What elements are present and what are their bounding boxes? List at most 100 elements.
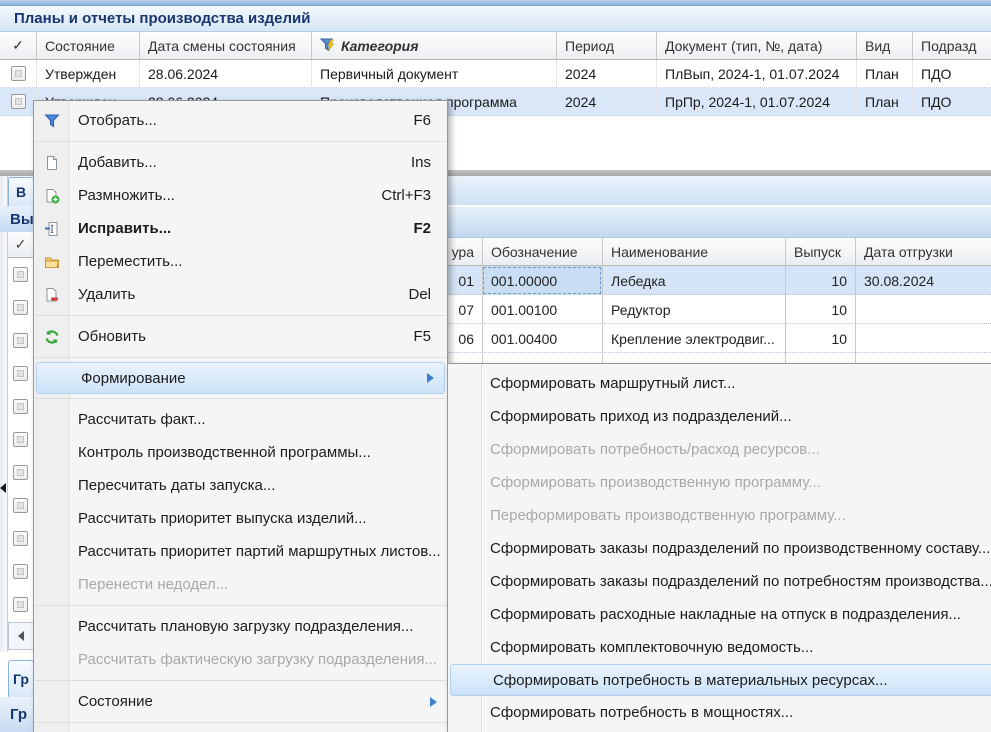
menu-item-label: Сформировать производственную программу.…: [481, 474, 821, 491]
submenu-item-orders-by-composition[interactable]: Сформировать заказы подразделений по про…: [448, 532, 991, 565]
row-checkbox[interactable]: [13, 597, 28, 612]
row-checkbox[interactable]: [11, 66, 26, 81]
menu-item-duplicate[interactable]: Размножить... Ctrl+F3: [34, 179, 447, 212]
menu-separator: [34, 718, 447, 727]
row-checkbox[interactable]: [13, 465, 28, 480]
cell-ship-date: [855, 324, 991, 353]
menu-item-filter[interactable]: Отобрать... F6: [34, 104, 447, 137]
cell-name: Крепление электродвиг...: [602, 324, 785, 353]
list-item[interactable]: [8, 489, 33, 522]
list-item[interactable]: [8, 555, 33, 588]
submenu-item-material-demand[interactable]: Сформировать потребность в материальных …: [450, 664, 991, 696]
submenu-item-route-list[interactable]: Сформировать маршрутный лист...: [448, 367, 991, 400]
menu-item-formirovanie[interactable]: Формирование: [36, 362, 445, 394]
menu-separator: [34, 311, 447, 320]
row-checkbox[interactable]: [13, 333, 28, 348]
row-checkbox[interactable]: [13, 366, 28, 381]
scrollbar-left-button[interactable]: [8, 622, 34, 650]
checkbox-column: [8, 258, 34, 622]
menu-item-state[interactable]: Состояние: [34, 685, 447, 718]
plans-table-header: ✓ Состояние Дата смены состояния Категор…: [0, 32, 991, 60]
column-header-output[interactable]: Выпуск: [785, 238, 855, 266]
menu-item-priority-products[interactable]: Рассчитать приоритет выпуска изделий...: [34, 502, 447, 535]
menu-item-label: Рассчитать плановую загрузку подразделен…: [69, 618, 413, 635]
menu-item-control-program[interactable]: Контроль производственной программы...: [34, 436, 447, 469]
cell-category: Первичный документ: [312, 60, 557, 87]
list-item[interactable]: [8, 324, 33, 357]
list-item[interactable]: [8, 522, 33, 555]
submenu-arrow-icon: [430, 697, 437, 707]
list-item[interactable]: [8, 357, 33, 390]
submenu-item-production-program[interactable]: Сформировать производственную программу.…: [448, 466, 991, 499]
submenu-item-orders-by-needs[interactable]: Сформировать заказы подразделений по пот…: [448, 565, 991, 598]
top-panel-title: Планы и отчеты производства изделий: [0, 6, 991, 32]
filter-lightning-icon: [320, 38, 336, 53]
column-header-category[interactable]: Категория: [312, 32, 557, 59]
tab-vypusk-partial[interactable]: В: [8, 177, 34, 206]
menu-item-label: Отобрать...: [69, 112, 157, 129]
menu-separator: [34, 353, 447, 362]
check-column-header[interactable]: ✓: [8, 232, 34, 258]
row-checkbox[interactable]: [13, 432, 28, 447]
menu-item-calc-fact[interactable]: Рассчитать факт...: [34, 403, 447, 436]
formirovanie-submenu: Сформировать маршрутный лист... Сформиро…: [447, 363, 991, 732]
list-item[interactable]: [8, 291, 33, 324]
menu-item-delete[interactable]: Удалить Del: [34, 278, 447, 311]
menu-item-partial[interactable]: [34, 727, 447, 732]
submenu-item-resource-demand[interactable]: Сформировать потребность/расход ресурсов…: [448, 433, 991, 466]
row-checkbox[interactable]: [13, 267, 28, 282]
menu-item-move[interactable]: Переместить...: [34, 245, 447, 278]
menu-item-label: Сформировать приход из подразделений...: [481, 408, 792, 425]
column-header-ship-date[interactable]: Дата отгрузки: [855, 238, 991, 266]
column-header-department[interactable]: Подразд: [913, 32, 991, 59]
submenu-item-incoming-from-departments[interactable]: Сформировать приход из подразделений...: [448, 400, 991, 433]
list-item[interactable]: [8, 456, 33, 489]
row-checkbox[interactable]: [11, 94, 26, 109]
menu-item-refresh[interactable]: Обновить F5: [34, 320, 447, 353]
menu-item-label: Сформировать потребность в материальных …: [484, 672, 888, 689]
menu-item-label: Пересчитать даты запуска...: [69, 477, 275, 494]
cell-designation-focused: 001.00000: [482, 266, 602, 295]
submenu-item-capacity-demand[interactable]: Сформировать потребность в мощностях...: [448, 696, 991, 729]
menu-item-label: Рассчитать факт...: [69, 411, 206, 428]
list-item[interactable]: [8, 390, 33, 423]
row-checkbox[interactable]: [13, 531, 28, 546]
row-checkbox[interactable]: [13, 399, 28, 414]
menu-item-edit[interactable]: Исправить... F2: [34, 212, 447, 245]
column-header-designation[interactable]: Обозначение: [482, 238, 602, 266]
column-header-state[interactable]: Состояние: [37, 32, 140, 59]
menu-item-actual-load[interactable]: Рассчитать фактическую загрузку подразде…: [34, 643, 447, 676]
row-checkbox[interactable]: [13, 300, 28, 315]
column-header-document[interactable]: Документ (тип, №, дата): [657, 32, 857, 59]
cell-state: Утвержден: [37, 60, 140, 87]
row-checkbox[interactable]: [13, 498, 28, 513]
splitter-collapse-icon[interactable]: [0, 483, 6, 493]
check-column-header[interactable]: ✓: [0, 32, 37, 59]
tab-grafik-partial[interactable]: Гр: [8, 660, 34, 697]
vertical-scrollbar[interactable]: [0, 176, 8, 652]
cell-designation: 001.00400: [482, 324, 602, 353]
menu-item-planned-load[interactable]: Рассчитать плановую загрузку подразделен…: [34, 610, 447, 643]
left-panel-caption-partial: Вы: [0, 206, 34, 232]
menu-item-recalc-launch-dates[interactable]: Пересчитать даты запуска...: [34, 469, 447, 502]
cell-document: ПлВып, 2024-1, 01.07.2024: [657, 60, 857, 87]
list-item[interactable]: [8, 258, 33, 291]
menu-shortcut: F2: [413, 220, 447, 237]
menu-item-carry-backlog[interactable]: Перенести недодел...: [34, 568, 447, 601]
table-row[interactable]: Утвержден 28.06.2024 Первичный документ …: [0, 60, 991, 88]
column-header-date[interactable]: Дата смены состояния: [140, 32, 312, 59]
submenu-item-expense-invoices[interactable]: Сформировать расходные накладные на отпу…: [448, 598, 991, 631]
menu-item-label: Рассчитать фактическую загрузку подразде…: [69, 651, 437, 668]
column-header-kind[interactable]: Вид: [857, 32, 913, 59]
submenu-item-reform-production-program[interactable]: Переформировать производственную програм…: [448, 499, 991, 532]
list-item[interactable]: [8, 423, 33, 456]
submenu-item-picking-list[interactable]: Сформировать комплектовочную ведомость..…: [448, 631, 991, 664]
list-item[interactable]: [8, 588, 33, 621]
row-checkbox[interactable]: [13, 564, 28, 579]
menu-item-label: Сформировать потребность в мощностях...: [481, 704, 793, 721]
menu-item-add[interactable]: Добавить... Ins: [34, 146, 447, 179]
column-header-period[interactable]: Период: [557, 32, 657, 59]
cell-kind: План: [857, 88, 913, 115]
column-header-name[interactable]: Наименование: [602, 238, 785, 266]
menu-item-priority-route-lists[interactable]: Рассчитать приоритет партий маршрутных л…: [34, 535, 447, 568]
